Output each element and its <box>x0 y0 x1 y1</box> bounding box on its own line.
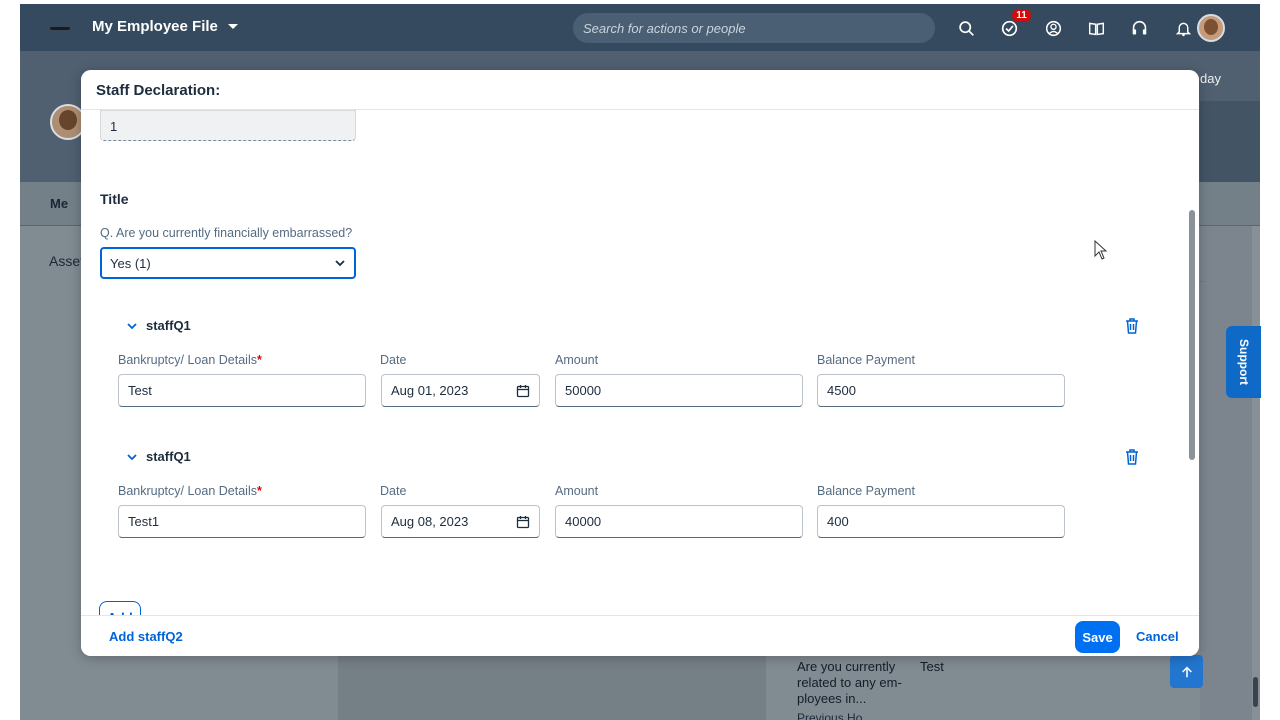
chevron-down-icon <box>127 453 137 460</box>
cancel-button[interactable]: Cancel <box>1136 629 1179 644</box>
staffq1-group-header-1[interactable]: staffQ1 <box>126 318 191 333</box>
trash-icon[interactable] <box>1124 448 1140 466</box>
company-logo[interactable] <box>50 27 70 30</box>
section-label-assets: Asset <box>49 253 85 269</box>
shell-bar: My Employee File Search for actions or p… <box>20 4 1260 51</box>
caret-down-icon <box>227 24 238 29</box>
user-avatar[interactable] <box>1197 14 1225 42</box>
mouse-cursor-icon <box>1094 240 1108 260</box>
add-button[interactable]: Add <box>99 601 141 615</box>
notification-badge: 11 <box>1012 9 1031 22</box>
amount-input[interactable]: 40000 <box>555 505 803 538</box>
amount-label: Amount <box>555 353 599 367</box>
dialog-scrollbar[interactable] <box>1189 210 1195 498</box>
chevron-down-icon <box>127 322 137 329</box>
amount-label: Amount <box>555 484 599 498</box>
dialog-header: Staff Declaration: <box>81 70 1199 110</box>
tab-me[interactable]: Me <box>50 196 68 211</box>
date-picker[interactable]: Aug 08, 2023 <box>381 505 540 538</box>
related-employees-answer: Test <box>920 659 944 674</box>
calendar-icon[interactable] <box>516 384 530 398</box>
page-scrollbar[interactable] <box>1252 226 1260 720</box>
learning-book-icon[interactable] <box>1080 11 1114 45</box>
bell-icon[interactable] <box>1166 11 1200 45</box>
date-label: Date <box>380 484 407 498</box>
dialog-footer: Add staffQ2 Save Cancel <box>81 615 1199 656</box>
content-panel <box>338 656 766 720</box>
arrow-up-icon <box>1181 666 1192 677</box>
chevron-down-icon <box>335 260 345 267</box>
balance-payment-input[interactable]: 4500 <box>817 374 1065 407</box>
trash-icon[interactable] <box>1124 317 1140 335</box>
save-button[interactable]: Save <box>1075 621 1120 653</box>
support-label: Support <box>1236 339 1251 385</box>
balance-payment-input[interactable]: 400 <box>817 505 1065 538</box>
section-title: Title <box>100 191 129 207</box>
dialog-content: 1 Title Q. Are you currently financially… <box>81 110 1199 615</box>
previous-field-label: Previous Ho... <box>797 711 873 720</box>
loan-details-input[interactable]: Test <box>118 374 366 407</box>
window-frame-left <box>0 0 20 720</box>
header-text-fragment: day <box>1200 71 1221 86</box>
add-staffq2-button[interactable]: Add staffQ2 <box>109 629 183 644</box>
global-search-input[interactable]: Search for actions or people <box>573 13 935 43</box>
shell-actions: 11 <box>940 9 1200 45</box>
financial-answer-select[interactable]: Yes (1) <box>100 247 356 279</box>
calendar-icon[interactable] <box>516 515 530 529</box>
app-title: My Employee File <box>92 18 218 35</box>
dialog-scrollbar-thumb[interactable] <box>1189 210 1195 460</box>
app-title-menu[interactable]: My Employee File <box>92 18 238 35</box>
date-picker[interactable]: Aug 01, 2023 <box>381 374 540 407</box>
select-value: Yes (1) <box>110 256 151 271</box>
balance-label: Balance Payment <box>817 353 915 367</box>
related-employees-question: Are you currently related to any em-ploy… <box>797 659 902 706</box>
loan-details-label: Bankruptcy/ Loan Details* <box>118 484 262 498</box>
scroll-to-top-button[interactable] <box>1170 655 1203 688</box>
staffq1-group-header-2[interactable]: staffQ1 <box>126 449 191 464</box>
balance-label: Balance Payment <box>817 484 915 498</box>
loan-details-label: Bankruptcy/ Loan Details* <box>118 353 262 367</box>
search-icon[interactable] <box>949 11 983 45</box>
dialog-title: Staff Declaration: <box>96 82 221 99</box>
date-value: Aug 08, 2023 <box>391 514 469 529</box>
loan-details-input[interactable]: Test1 <box>118 505 366 538</box>
date-label: Date <box>380 353 407 367</box>
support-tab[interactable]: Support <box>1226 326 1261 398</box>
people-icon[interactable] <box>1036 11 1070 45</box>
count-field[interactable]: 1 <box>100 110 356 141</box>
headset-icon[interactable] <box>1123 11 1157 45</box>
group-title: staffQ1 <box>146 318 191 333</box>
page-scrollbar-thumb[interactable] <box>1253 677 1258 707</box>
amount-input[interactable]: 50000 <box>555 374 803 407</box>
group-title: staffQ1 <box>146 449 191 464</box>
financial-question-label: Q. Are you currently financially embarra… <box>100 226 353 240</box>
task-check-icon[interactable]: 11 <box>993 9 1031 45</box>
right-card <box>1200 226 1260 720</box>
staff-declaration-dialog: Staff Declaration: 1 Title Q. Are you cu… <box>81 70 1199 656</box>
date-value: Aug 01, 2023 <box>391 383 469 398</box>
